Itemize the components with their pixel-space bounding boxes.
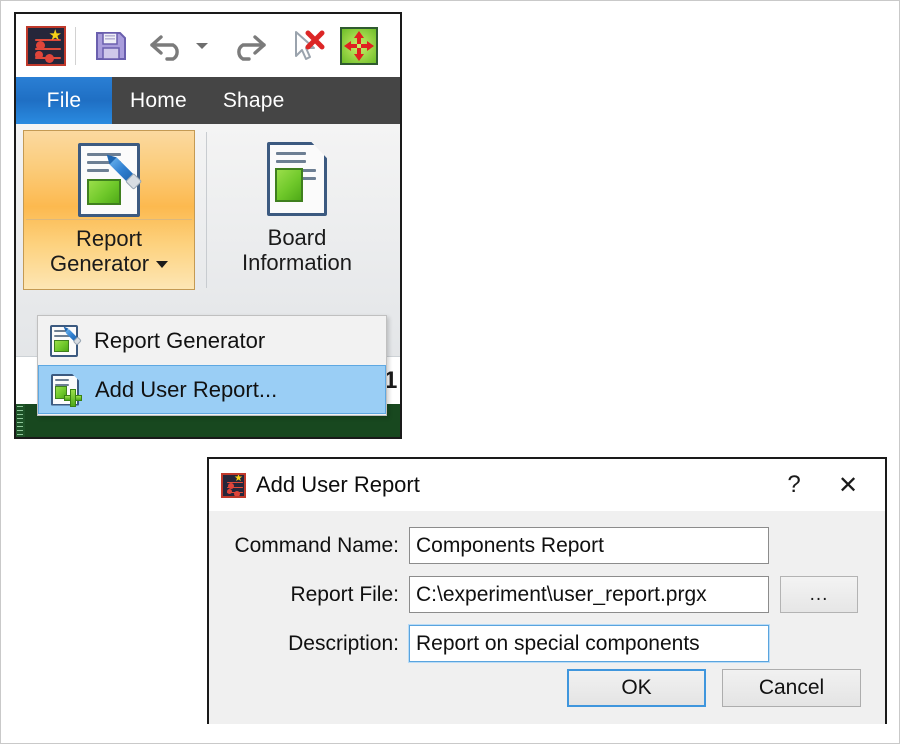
save-button[interactable] — [88, 23, 134, 69]
button-split-line — [26, 219, 192, 220]
form-row-report-file: Report File: C:\experiment\user_report.p… — [233, 576, 861, 613]
tab-file-label: File — [46, 88, 82, 112]
description-input[interactable]: Report on special components — [408, 624, 770, 663]
chevron-down-icon — [196, 42, 208, 49]
chevron-down-icon[interactable] — [156, 260, 169, 268]
deselect-button[interactable] — [284, 23, 330, 69]
undo-dropdown-button[interactable] — [192, 23, 212, 69]
toolbar-separator — [75, 26, 76, 65]
document-with-plus-icon — [49, 373, 83, 407]
cancel-button[interactable]: Cancel — [722, 669, 861, 707]
tab-shape[interactable]: Shape — [205, 77, 303, 124]
report-generator-line2: Generator — [49, 250, 150, 276]
tab-home[interactable]: Home — [112, 77, 205, 124]
vertical-ruler — [16, 404, 25, 437]
dialog-titlebar[interactable]: ★ Add User Report ? ✕ — [209, 459, 885, 511]
floppy-disk-icon — [96, 31, 126, 60]
board-information-line1: Board — [267, 225, 327, 250]
dialog-title: Add User Report — [256, 472, 420, 497]
four-way-arrows-icon — [340, 26, 378, 65]
document-with-pen-icon — [48, 324, 82, 358]
dialog-body: Command Name: Components Report Report F… — [209, 511, 885, 724]
tab-home-label: Home — [130, 88, 187, 112]
screenshot-root: ★ File Home Shape Report Generator Board… — [0, 0, 900, 744]
menu-item-add-user-report[interactable]: Add User Report... — [38, 365, 386, 414]
add-user-report-dialog: ★ Add User Report ? ✕ Command Name: Comp… — [207, 457, 887, 724]
pan-button[interactable] — [336, 23, 382, 69]
redo-button[interactable] — [224, 23, 270, 69]
report-generator-button[interactable]: Report Generator — [23, 130, 195, 290]
report-generator-label: Report Generator — [49, 226, 169, 277]
cursor-with-red-x-icon — [295, 30, 325, 60]
form-row-description: Description: Report on special component… — [233, 624, 861, 663]
dialog-button-bar: OK Cancel — [567, 669, 861, 707]
menu-item-add-user-report-label: Add User Report... — [95, 376, 278, 402]
ribbon-tab-strip: File Home Shape — [16, 77, 400, 124]
help-button[interactable]: ? — [767, 459, 821, 511]
menu-item-report-generator-label: Report Generator — [94, 327, 266, 353]
description-label: Description: — [288, 631, 399, 655]
report-file-input[interactable]: C:\experiment\user_report.prgx — [409, 576, 769, 613]
app-logo-button[interactable]: ★ — [23, 23, 69, 69]
report-file-label: Report File: — [290, 582, 399, 606]
close-icon[interactable]: ✕ — [821, 459, 875, 511]
command-name-label: Command Name: — [234, 533, 399, 557]
board-information-line2: Information — [241, 249, 353, 275]
undo-arrow-icon — [150, 34, 179, 61]
document-icon — [267, 142, 327, 216]
board-information-label: Board Information — [241, 225, 353, 275]
command-name-input[interactable]: Components Report — [409, 527, 769, 564]
ribbon-window: ★ File Home Shape Report Generator Board… — [14, 12, 402, 439]
green-plus-badge — [64, 388, 82, 407]
board-information-button[interactable]: Board Information — [212, 130, 382, 290]
ribbon-group-separator — [206, 132, 207, 288]
tab-file[interactable]: File — [16, 77, 112, 124]
document-with-pen-icon — [78, 143, 143, 217]
report-generator-dropdown-menu: Report Generator Add User Report... — [37, 315, 387, 416]
pcb-board-icon: ★ — [221, 472, 246, 498]
browse-button[interactable]: ... — [780, 576, 858, 613]
form-row-command-name: Command Name: Components Report — [233, 527, 861, 564]
tab-shape-label: Shape — [222, 88, 285, 112]
redo-arrow-icon — [237, 34, 266, 61]
report-generator-line2-row: Generator — [49, 250, 169, 277]
ok-button[interactable]: OK — [567, 669, 706, 707]
third-command-button[interactable]: R — [384, 130, 400, 290]
quick-access-toolbar: ★ — [16, 14, 400, 77]
undo-button[interactable] — [146, 23, 192, 69]
report-generator-line1: Report — [75, 226, 143, 251]
pcb-board-icon: ★ — [26, 25, 66, 66]
menu-item-report-generator[interactable]: Report Generator — [38, 316, 386, 365]
